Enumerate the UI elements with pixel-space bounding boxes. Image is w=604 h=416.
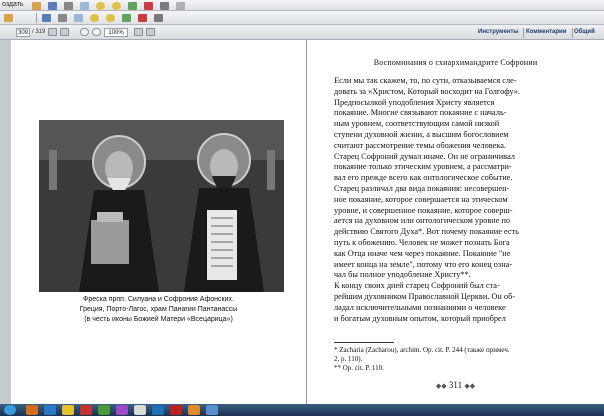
body-line: покаяние только этическим уровнем, а рас…	[334, 162, 512, 172]
print-icon-2[interactable]	[58, 14, 67, 22]
body-line: Предпосылкой уподобления Христу является	[334, 97, 495, 107]
running-header: Воспоминания о схиархимандрите Софронии	[373, 58, 538, 67]
taskbar-app-4-icon[interactable]	[80, 405, 92, 415]
pdf-icon[interactable]	[144, 2, 153, 10]
left-page: Фреска прпп. Силуана и Софрония Афонских…	[11, 40, 307, 404]
taskbar-app-10-icon[interactable]	[188, 405, 200, 415]
share-icon[interactable]	[128, 2, 137, 10]
comment-icon[interactable]	[96, 2, 105, 10]
taskbar-app-9-icon[interactable]	[170, 405, 182, 415]
stamp-icon[interactable]	[122, 14, 131, 22]
document-viewer[interactable]: Фреска прпп. Силуана и Софрония Афонских…	[0, 40, 604, 404]
fresco-picture	[39, 120, 284, 292]
more-icon[interactable]	[176, 2, 185, 10]
body-line: уровне, и совершенное покаяние, которое …	[334, 205, 513, 215]
fit-page-icon[interactable]	[134, 28, 143, 36]
body-line: покаяние. Многие связывают покаяние с на…	[334, 108, 507, 118]
body-line: рейшим духовником Православной Церкви. О…	[334, 292, 516, 301]
page-number: ◆◆ 311 ◆◆	[307, 380, 604, 390]
highlight-icon[interactable]	[106, 14, 115, 22]
footnote-1: * Zacharia (Zacharou), archim. Op. cit. …	[334, 346, 510, 354]
body-line: Старец Софроний думал иначе. Он не огран…	[334, 151, 515, 161]
folder-icon[interactable]	[4, 14, 13, 22]
create-dropdown[interactable]: оздать	[0, 0, 30, 10]
caption-line-3: (в честь иконы Божией Матери «Всецарица»…	[84, 316, 233, 323]
start-button-icon[interactable]	[4, 405, 16, 415]
body-line: вал его прежде всего как онтологическое …	[334, 173, 513, 183]
body-line: Если мы так скажем, то, по сути, отказыв…	[334, 76, 517, 85]
toolbar-divider	[36, 13, 37, 23]
tab-shared[interactable]: Общий	[574, 27, 595, 38]
page-number-input[interactable]: 309	[16, 28, 30, 37]
body-line: и богатым духовным опытом, который приоб…	[334, 313, 506, 323]
body-line: как Отца иначе чем через покаяние. Покая…	[334, 248, 511, 258]
taskbar-app-7-icon[interactable]	[134, 405, 146, 415]
taskbar-app-11-icon[interactable]	[206, 405, 218, 415]
taskbar-app-3-icon[interactable]	[62, 405, 74, 415]
body-line: Старец различал два вида покаяния: несов…	[334, 184, 510, 193]
body-line: чал бы полное уподобление Христу**.	[334, 270, 471, 280]
body-line: считают рассмотрение темы обожения челов…	[334, 140, 506, 150]
quick-toolbar	[0, 11, 604, 25]
taskbar-app-5-icon[interactable]	[98, 405, 110, 415]
tab-comments[interactable]: Комментарии	[526, 27, 566, 38]
caption-line-2: Греция, Порто-Лагос, храм Панагии Пантан…	[79, 306, 238, 313]
tool-icon[interactable]	[160, 2, 169, 10]
zoom-out-icon[interactable]	[80, 28, 89, 36]
open-icon[interactable]	[32, 2, 41, 10]
body-line: путь к обожению. Человек не может познат…	[334, 238, 510, 247]
body-line: ается на духовном или онтологическом уро…	[334, 216, 511, 226]
footnote-rule	[334, 342, 394, 343]
fit-width-icon[interactable]	[146, 28, 155, 36]
menu-toolbar: оздать	[0, 0, 604, 11]
taskbar	[0, 404, 604, 416]
mail-icon[interactable]	[74, 14, 83, 22]
taskbar-app-8-icon[interactable]	[152, 405, 164, 415]
right-page: Воспоминания о схиархимандрите Софронии …	[307, 40, 604, 404]
select-tool-icon[interactable]	[48, 28, 57, 36]
body-line: ное покаяние, которое совершается на эти…	[334, 194, 508, 204]
zoom-level-input[interactable]: 100%	[104, 28, 128, 37]
navigation-toolbar: 309 / 319 100% Инструменты Комментарии О…	[0, 25, 604, 40]
comment-add-icon[interactable]	[112, 2, 121, 10]
taskbar-app-2-icon[interactable]	[44, 405, 56, 415]
export-pdf-icon[interactable]	[138, 14, 147, 22]
zoom-in-icon[interactable]	[92, 28, 101, 36]
footnote-1-cont: 2, p. 110).	[334, 355, 363, 363]
print-icon[interactable]	[64, 2, 73, 10]
fresco-image	[39, 120, 284, 292]
caption-line-1: Фреска прпп. Силуана и Софрония Афонских…	[83, 296, 234, 303]
tab-tools[interactable]: Инструменты	[478, 27, 519, 38]
email-icon[interactable]	[80, 2, 89, 10]
body-line: ным уровнем, соответствующим самой низко…	[334, 119, 500, 129]
taskbar-app-6-icon[interactable]	[116, 405, 128, 415]
save-icon[interactable]	[48, 2, 57, 10]
page-number-text: 311	[448, 380, 463, 390]
page-total: / 319	[32, 29, 46, 35]
body-line: ладал исключительными познаниями о челов…	[334, 302, 506, 312]
body-line: имеет конца на земле", потому что его ко…	[334, 259, 513, 269]
footnote-2: ** Op. cit. P. 110.	[334, 364, 384, 372]
hand-tool-icon[interactable]	[60, 28, 69, 36]
edit-icon[interactable]	[154, 14, 163, 22]
ornament-right-icon: ◆◆	[464, 382, 476, 390]
taskbar-app-1-icon[interactable]	[26, 405, 38, 415]
ornament-left-icon: ◆◆	[435, 382, 447, 390]
tab-divider	[523, 28, 524, 38]
tab-divider-2	[572, 28, 573, 38]
save-icon-2[interactable]	[42, 14, 51, 22]
body-line: довать за «Христом, Который восходит на …	[334, 86, 520, 96]
sticky-note-icon[interactable]	[90, 14, 99, 22]
body-line: К концу своих дней старец Софроний был с…	[334, 281, 500, 291]
body-line: ступени духовной жизни, а высшим богосло…	[334, 130, 509, 139]
body-line: действию Святого Духа*. Вот почему покая…	[334, 227, 519, 237]
